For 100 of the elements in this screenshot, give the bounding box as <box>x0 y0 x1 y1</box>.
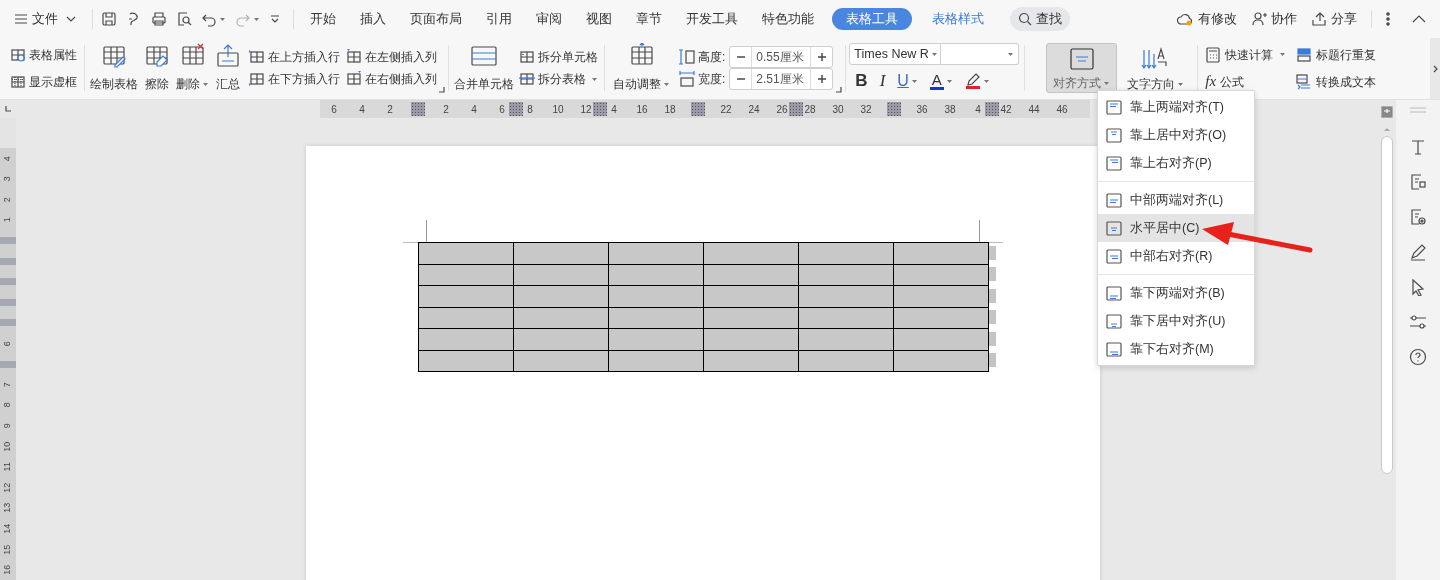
menu-tab[interactable]: 表格样式 <box>918 8 998 30</box>
ribbon-button[interactable]: 拆分单元格 <box>519 46 598 68</box>
table-cell[interactable] <box>893 242 989 264</box>
ruler-number: 4 <box>470 102 478 117</box>
ribbon-button[interactable]: 对齐方式 <box>1046 43 1118 93</box>
ribbon-button[interactable]: 绘制表格 <box>88 43 140 93</box>
tab-stop-icon <box>5 106 11 112</box>
menu-item[interactable]: 靠下右对齐(M) <box>1098 335 1254 363</box>
ribbon-button[interactable]: 显示虚框 <box>10 70 77 93</box>
menu-tab[interactable]: 审阅 <box>524 8 574 30</box>
row-marker[interactable] <box>0 298 16 306</box>
column-marker[interactable] <box>509 102 523 116</box>
table-cell[interactable] <box>513 242 609 264</box>
sidebar-button[interactable] <box>1409 243 1427 261</box>
ribbon-button[interactable]: 表格属性 <box>10 43 77 66</box>
sidebar-button[interactable] <box>1409 313 1427 331</box>
size-stepper[interactable]: 2.51厘米 <box>729 68 834 90</box>
ribbon-button[interactable]: 汇总 <box>213 43 243 93</box>
menu-tab[interactable]: 表格工具 <box>832 8 912 30</box>
menu-tab[interactable]: 页面布局 <box>398 8 474 30</box>
menu-item[interactable]: 中部两端对齐(L) <box>1098 186 1254 214</box>
toolbar-button[interactable]: 协作 <box>1251 9 1297 29</box>
table-cell[interactable] <box>418 242 514 264</box>
menu-item[interactable]: 靠上右对齐(P) <box>1098 149 1254 177</box>
column-marker[interactable] <box>411 102 425 116</box>
table-cell[interactable] <box>608 242 704 264</box>
row-marker[interactable] <box>0 319 16 327</box>
ribbon-button[interactable]: 合并单元格 <box>452 43 516 93</box>
menu-item[interactable]: 水平居中(C) <box>1098 214 1254 242</box>
table-cell[interactable] <box>418 350 514 372</box>
table-cell[interactable] <box>798 242 894 264</box>
sidebar-button[interactable] <box>1409 208 1427 226</box>
toolbar-button[interactable]: 有修改 <box>1176 9 1237 29</box>
table-cell[interactable] <box>703 242 799 264</box>
column-marker[interactable] <box>593 102 607 116</box>
table-cell[interactable] <box>418 307 514 329</box>
row-marker[interactable] <box>0 237 16 245</box>
row-marker[interactable] <box>0 360 16 368</box>
highlighter-icon <box>964 73 981 86</box>
ribbon-button[interactable]: 在右侧插入列 <box>346 68 437 90</box>
menu-item[interactable]: 中部右对齐(R) <box>1098 242 1254 270</box>
ribbon-button[interactable]: 删除 <box>174 43 211 93</box>
search-button[interactable]: 查找 <box>1010 7 1070 31</box>
ribbon-button[interactable]: 转换成文本 <box>1296 70 1377 93</box>
menu-tab[interactable]: 开始 <box>298 8 348 30</box>
row-handle[interactable] <box>989 353 996 368</box>
ruler-number: 15 <box>0 539 16 560</box>
caret-icon <box>1103 80 1111 86</box>
sidebar-button[interactable] <box>1409 278 1427 296</box>
file-menu[interactable]: 文件 <box>14 5 84 33</box>
ribbon-button[interactable]: 在上方插入行 <box>249 46 340 68</box>
ribbon-button[interactable]: 在下方插入行 <box>249 68 340 90</box>
format-button[interactable]: U <box>895 69 920 93</box>
menu-tab[interactable]: 开发工具 <box>674 8 750 30</box>
ribbon-button[interactable]: 在左侧插入列 <box>346 46 437 68</box>
column-marker[interactable] <box>985 102 999 116</box>
format-button[interactable]: A <box>927 69 955 93</box>
sidebar-button[interactable] <box>1409 348 1427 366</box>
ribbon-button[interactable]: 标题行重复 <box>1296 43 1377 66</box>
dashed-grid-icon <box>10 73 26 90</box>
share-icon <box>1311 11 1327 27</box>
calculator-icon <box>1205 46 1222 63</box>
ribbon-button[interactable]: 擦除 <box>142 43 172 93</box>
menu-tab[interactable]: 特色功能 <box>750 8 826 30</box>
font-family-dropdown[interactable]: Times New R <box>849 43 942 65</box>
ribbon-button[interactable]: 拆分表格 <box>519 68 598 90</box>
format-button[interactable]: I <box>877 69 888 93</box>
ruler-number: 2 <box>442 102 450 117</box>
menu-item[interactable]: 靠下居中对齐(U) <box>1098 307 1254 335</box>
row-handle[interactable] <box>989 245 996 260</box>
ruler-number: 2 <box>0 189 16 210</box>
size-stepper[interactable]: 0.55厘米 <box>729 46 834 68</box>
menu-item[interactable]: 靠上两端对齐(T) <box>1098 93 1254 121</box>
row-handle[interactable] <box>989 267 996 282</box>
scrollbar-thumb[interactable] <box>1381 136 1393 474</box>
toolbar-button[interactable]: 分享 <box>1311 9 1357 29</box>
ribbon-button[interactable]: fx 公式 <box>1205 70 1287 93</box>
menu-item[interactable]: 靠下两端对齐(B) <box>1098 279 1254 307</box>
row-marker[interactable] <box>0 278 16 286</box>
ribbon-button[interactable]: 自动调整 <box>611 43 672 93</box>
row-marker[interactable] <box>0 257 16 265</box>
row-handle[interactable] <box>989 331 996 346</box>
column-marker[interactable] <box>887 102 901 116</box>
row-handle[interactable] <box>989 288 996 303</box>
format-button[interactable]: B <box>853 69 870 93</box>
row-handle[interactable] <box>989 310 996 325</box>
menu-item[interactable]: 靠上居中对齐(O) <box>1098 121 1254 149</box>
header-repeat-icon <box>1296 46 1313 63</box>
menu-tab[interactable]: 章节 <box>624 8 674 30</box>
column-marker[interactable] <box>691 102 705 116</box>
menu-tab[interactable]: 视图 <box>574 8 624 30</box>
column-marker[interactable] <box>789 102 803 116</box>
menu-tab[interactable]: 插入 <box>348 8 398 30</box>
table-cell[interactable] <box>418 285 514 307</box>
ribbon-button[interactable]: 快速计算 <box>1205 43 1287 66</box>
table-cell[interactable] <box>418 328 514 350</box>
alignment-icon <box>1106 220 1122 236</box>
ribbon-button[interactable]: 文字方向 <box>1121 43 1191 93</box>
menu-tab[interactable]: 引用 <box>474 8 524 30</box>
table-cell[interactable] <box>418 264 514 286</box>
